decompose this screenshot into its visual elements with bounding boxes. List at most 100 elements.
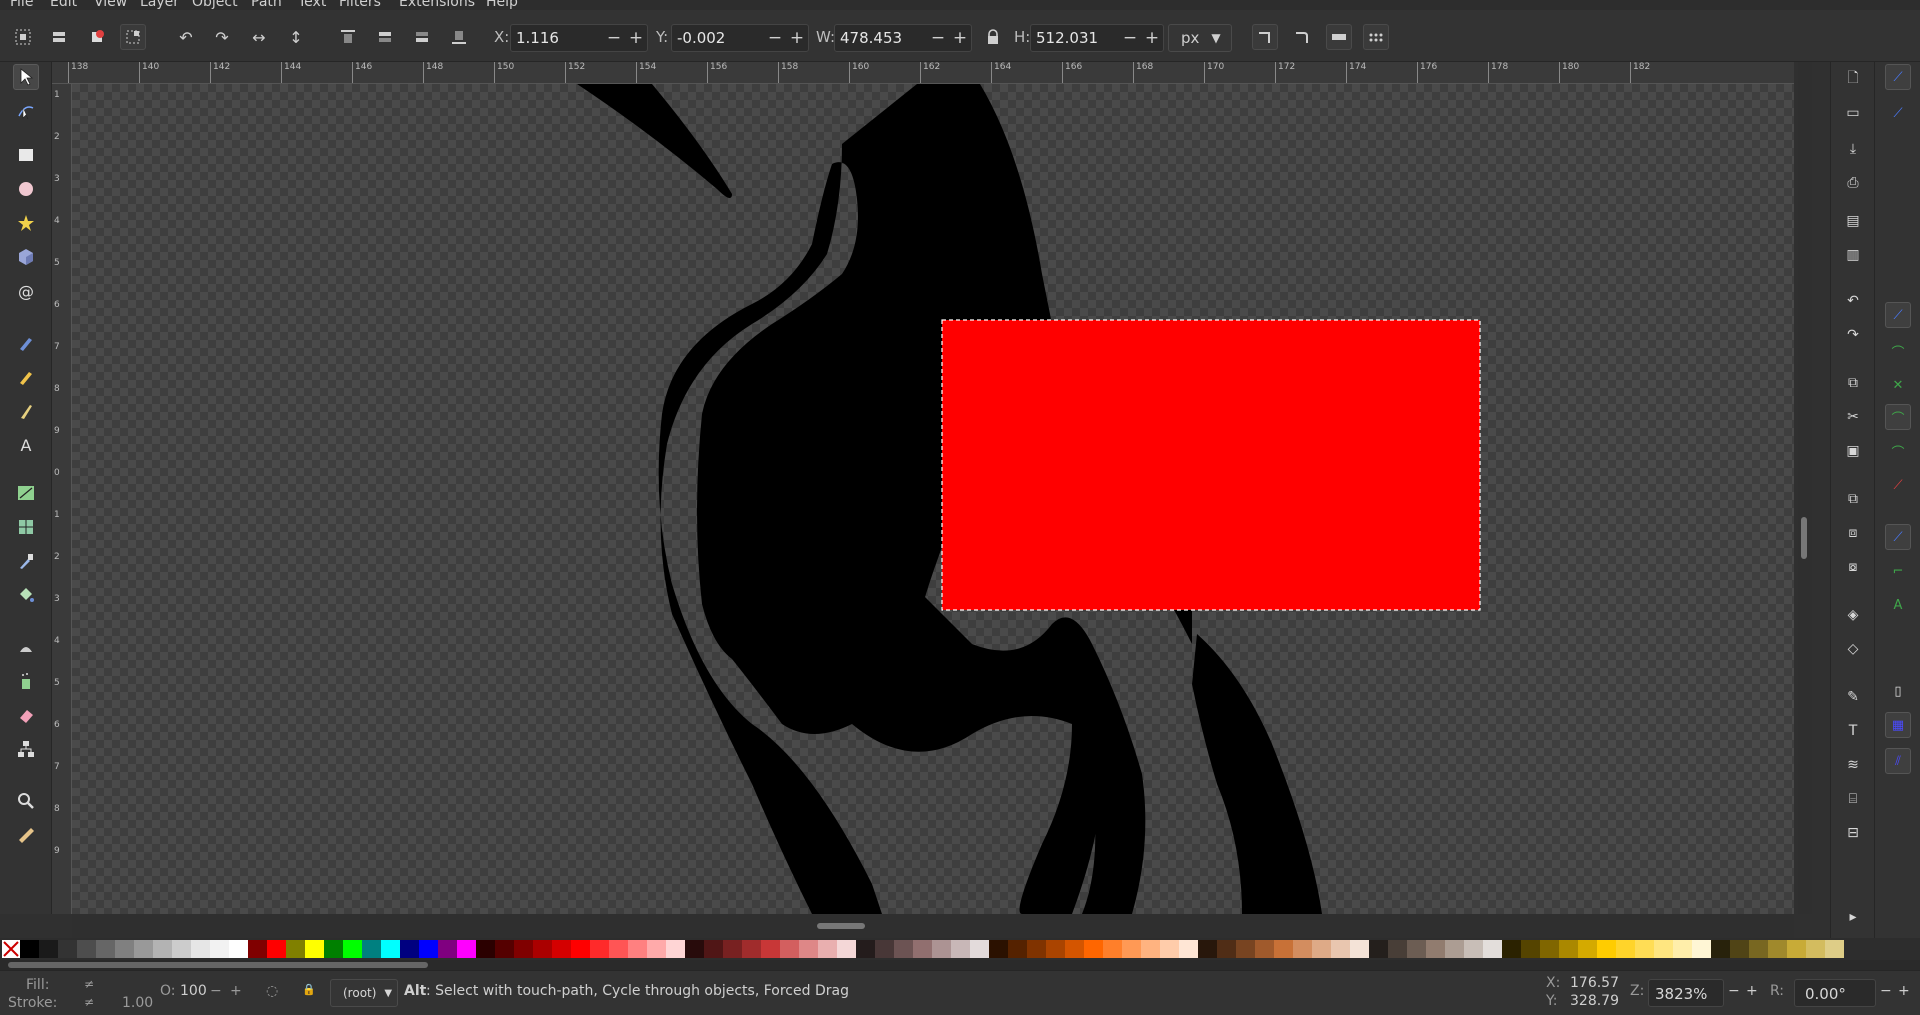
zoom-tool-icon[interactable] (13, 788, 39, 814)
color-swatch[interactable] (1673, 940, 1692, 958)
import-icon[interactable]: ▤ (1842, 210, 1864, 232)
color-swatch[interactable] (1350, 940, 1369, 958)
eraser-tool-icon[interactable] (13, 702, 39, 728)
color-swatch[interactable] (1008, 940, 1027, 958)
color-swatch[interactable] (1654, 940, 1673, 958)
x-decrement-button[interactable]: − (603, 28, 625, 48)
color-swatch[interactable] (1293, 940, 1312, 958)
rectangle-tool-icon[interactable] (13, 142, 39, 168)
zoom-increment-button[interactable]: + (1746, 983, 1758, 999)
snap-text-baseline-icon[interactable]: A (1885, 592, 1911, 618)
snap-bbox-icon[interactable]: ⟋ (1885, 100, 1911, 126)
color-swatch[interactable] (1160, 940, 1179, 958)
group-icon[interactable]: ◈ (1842, 604, 1864, 626)
color-swatch[interactable] (856, 940, 875, 958)
color-swatch[interactable] (1540, 940, 1559, 958)
color-swatch[interactable] (1616, 940, 1635, 958)
color-swatch[interactable] (514, 940, 533, 958)
color-swatch[interactable] (1084, 940, 1103, 958)
selector-tool-icon[interactable] (13, 64, 39, 90)
calligraphy-tool-icon[interactable] (13, 398, 39, 424)
color-swatch[interactable] (723, 940, 742, 958)
menu-object[interactable]: Object (192, 0, 238, 10)
color-swatch[interactable] (1635, 940, 1654, 958)
color-swatch[interactable] (913, 940, 932, 958)
color-swatch[interactable] (685, 940, 704, 958)
color-swatch[interactable] (1274, 940, 1293, 958)
color-swatch[interactable] (267, 940, 286, 958)
color-swatch[interactable] (1312, 940, 1331, 958)
color-swatch[interactable] (1388, 940, 1407, 958)
color-swatch[interactable] (438, 940, 457, 958)
menu-filters[interactable]: Filters (339, 0, 381, 10)
tweak-tool-icon[interactable] (13, 634, 39, 660)
color-swatch[interactable] (552, 940, 571, 958)
color-swatch[interactable] (1445, 940, 1464, 958)
color-swatch[interactable] (77, 940, 96, 958)
gradient-tool-icon[interactable] (13, 480, 39, 506)
node-tool-icon[interactable] (13, 98, 39, 124)
opacity-increment-button[interactable]: + (230, 983, 242, 999)
unlink-clone-icon[interactable]: ⧇ (1842, 556, 1864, 578)
color-swatch[interactable] (1806, 940, 1825, 958)
color-swatch[interactable] (115, 940, 134, 958)
color-swatch[interactable] (1065, 940, 1084, 958)
star-tool-icon[interactable] (13, 210, 39, 236)
h-value[interactable]: 512.031 (1031, 29, 1119, 47)
h-decrement-button[interactable]: − (1119, 28, 1141, 48)
snap-midpoints-icon[interactable]: ⟋ (1885, 472, 1911, 498)
dropper-tool-icon[interactable] (13, 548, 39, 574)
color-swatch[interactable] (761, 940, 780, 958)
lock-layer-icon[interactable]: 🔒 (302, 983, 316, 996)
color-swatch[interactable] (1464, 940, 1483, 958)
touch-select-icon[interactable] (120, 24, 146, 50)
color-swatch[interactable] (780, 940, 799, 958)
menu-edit[interactable]: Edit (50, 0, 77, 10)
w-value[interactable]: 478.453 (835, 29, 927, 47)
color-swatch[interactable] (343, 940, 362, 958)
snap-intersections-icon[interactable]: ✕ (1885, 372, 1911, 398)
color-swatch[interactable] (229, 940, 248, 958)
export-icon[interactable]: ▥ (1842, 244, 1864, 266)
color-swatch[interactable] (1597, 940, 1616, 958)
menu-file[interactable]: File (10, 0, 33, 10)
color-swatch[interactable] (1730, 940, 1749, 958)
rotation-field[interactable]: 0.00° (1794, 979, 1876, 1007)
mesh-tool-icon[interactable] (13, 514, 39, 540)
color-swatch[interactable] (1692, 940, 1711, 958)
color-swatch[interactable] (362, 940, 381, 958)
lock-ratio-icon[interactable] (980, 24, 1006, 50)
snap-paths-icon[interactable]: ⌒ (1885, 338, 1911, 364)
select-all-icon[interactable] (10, 24, 36, 50)
snap-centers-icon[interactable]: ⌐ (1885, 558, 1911, 584)
flip-vertical-icon[interactable]: ↕ (283, 24, 309, 50)
xml-editor-icon[interactable]: ⌸ (1842, 788, 1864, 810)
menu-path[interactable]: Path (251, 0, 282, 10)
text-font-icon[interactable]: T (1842, 720, 1864, 742)
ungroup-icon[interactable]: ◇ (1842, 638, 1864, 660)
color-swatch[interactable] (647, 940, 666, 958)
drawing-canvas[interactable] (72, 84, 1794, 914)
rotation-value[interactable]: 0.00° (1805, 985, 1846, 1003)
horizontal-scrollbar[interactable] (72, 914, 1794, 938)
color-swatch[interactable] (704, 940, 723, 958)
spiral-tool-icon[interactable]: @ (13, 278, 39, 304)
zoom-value[interactable]: 3823% (1655, 985, 1707, 1003)
color-swatch[interactable] (989, 940, 1008, 958)
color-swatch[interactable] (875, 940, 894, 958)
vertical-scroll-thumb[interactable] (1801, 517, 1807, 559)
color-swatch[interactable] (58, 940, 77, 958)
scale-corners-icon[interactable] (1289, 24, 1315, 50)
menu-extensions[interactable]: Extensions (399, 0, 475, 10)
raise-icon[interactable] (372, 24, 398, 50)
horizontal-ruler[interactable]: 138 140 142 144 146 148 150 152 154 156 158 160 162 1… (52, 62, 1794, 84)
new-document-icon[interactable]: 🗋 (1842, 68, 1864, 90)
save-icon[interactable]: ⤓ (1842, 138, 1864, 160)
color-swatch[interactable] (894, 940, 913, 958)
color-swatch[interactable] (932, 940, 951, 958)
color-swatch[interactable] (495, 940, 514, 958)
color-swatch[interactable] (1502, 940, 1521, 958)
opacity-value[interactable]: 100 (180, 983, 207, 999)
color-swatch[interactable] (1521, 940, 1540, 958)
3d-box-tool-icon[interactable] (13, 244, 39, 270)
